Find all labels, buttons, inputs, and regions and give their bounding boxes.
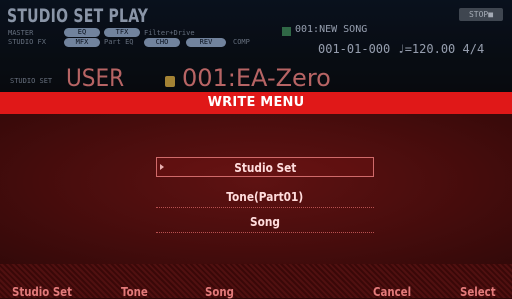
- func-button-cancel[interactable]: Cancel: [373, 286, 418, 298]
- dialog-title-bar: WRITE MENU: [0, 92, 512, 114]
- menu-item-label: Tone(Part01): [226, 190, 304, 204]
- func-button-select[interactable]: Select: [460, 286, 502, 298]
- dialog-title: WRITE MENU: [207, 95, 305, 110]
- background-screen: STUDIO SET PLAY MASTER STUDIO FX EQ TFX …: [0, 0, 512, 92]
- func-button-tone[interactable]: Tone: [121, 286, 153, 298]
- func-button-studio-set[interactable]: Studio Set: [12, 286, 83, 298]
- write-menu-dialog: Studio Set Tone(Part01) Song: [0, 114, 512, 264]
- menu-item-song[interactable]: Song: [156, 212, 374, 233]
- function-button-bar: Studio Set Tone Song Cancel Select: [0, 264, 512, 298]
- menu-item-studio-set[interactable]: Studio Set: [156, 157, 374, 177]
- menu-item-label: Studio Set: [233, 161, 297, 175]
- menu-item-tone[interactable]: Tone(Part01): [156, 187, 374, 208]
- menu-item-label: Song: [250, 215, 280, 229]
- func-button-song[interactable]: Song: [205, 286, 239, 298]
- cursor-caret-icon: [160, 164, 164, 170]
